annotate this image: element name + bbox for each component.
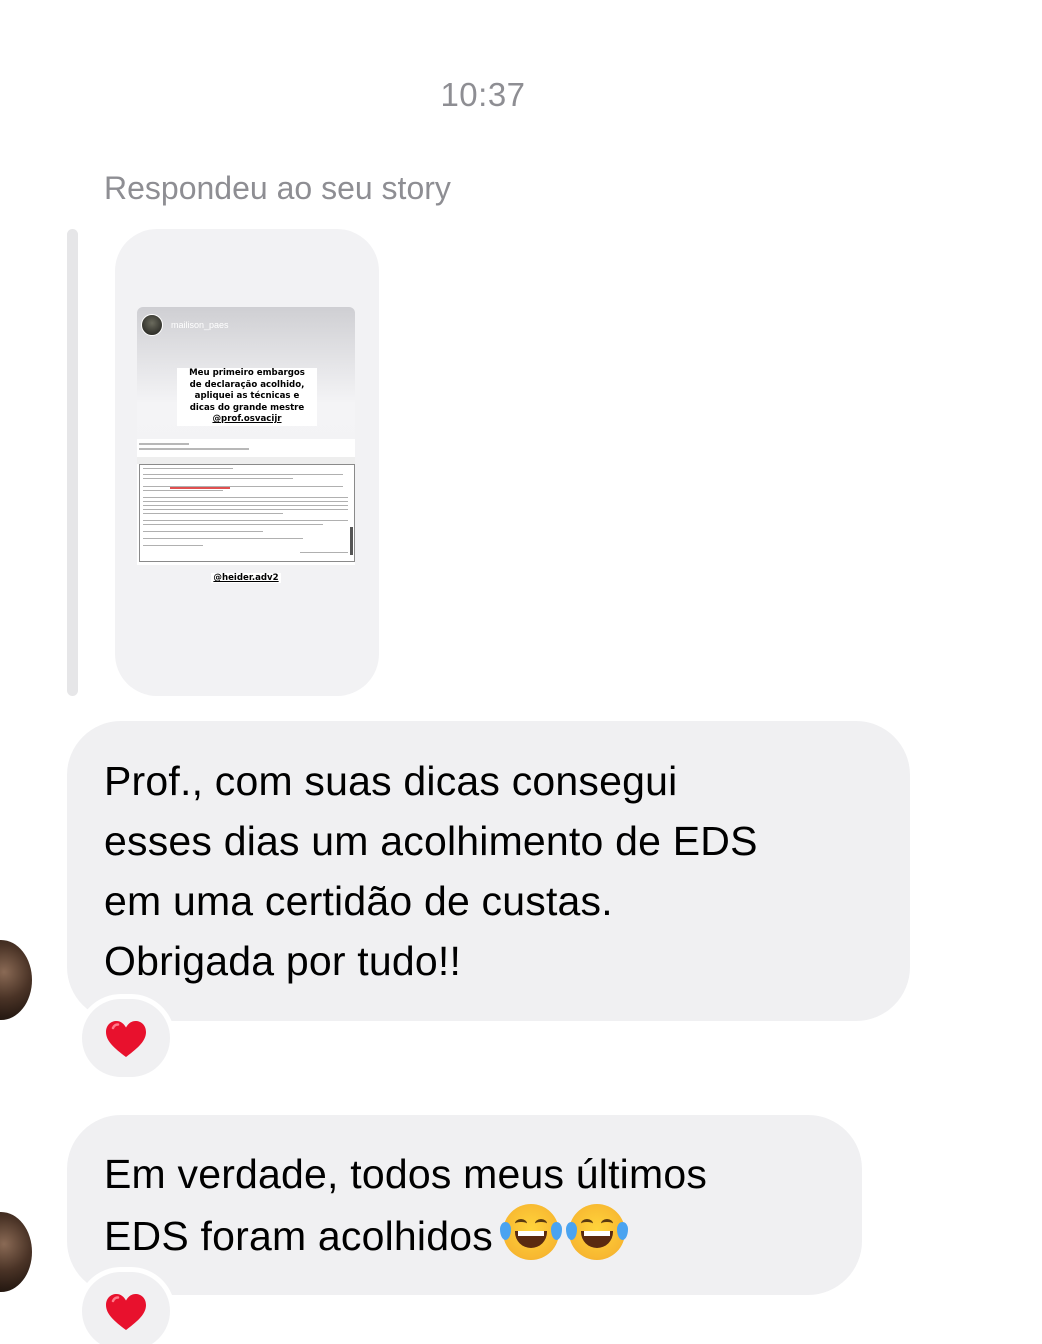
- story-caption-line: apliquei as técnicas e: [192, 391, 302, 401]
- sender-avatar[interactable]: [0, 1212, 32, 1292]
- heart-icon: [106, 1021, 146, 1057]
- story-reply-label: Respondeu ao seu story: [104, 170, 451, 206]
- story-author-username: mailison_paes: [171, 320, 229, 330]
- document-toolbar: [137, 457, 355, 464]
- story-caption-mention: @prof.osvacijr: [210, 414, 284, 424]
- story-caption-line: dicas do grande mestre: [187, 402, 307, 413]
- story-footer-mention-text: @heider.adv2: [211, 573, 281, 583]
- heart-icon: [106, 1294, 146, 1330]
- message-line: Prof., com suas dicas consegui: [104, 758, 678, 804]
- message-reaction[interactable]: [77, 1267, 175, 1344]
- message-timestamp: 10:37: [440, 76, 526, 113]
- message-line: esses dias um acolhimento de EDS: [104, 818, 758, 864]
- message-line: Em verdade, todos meus últimos: [104, 1151, 708, 1197]
- sender-avatar[interactable]: [0, 940, 32, 1020]
- story-footer-mention: @heider.adv2: [137, 573, 355, 583]
- message-line: EDS foram acolhidos: [104, 1213, 493, 1259]
- story-thumbnail[interactable]: mailison_paes Meu primeiro embargos de d…: [115, 229, 379, 696]
- story-caption: Meu primeiro embargos de declaração acol…: [177, 368, 317, 426]
- message-text: Em verdade, todos meus últimos EDS foram…: [104, 1144, 864, 1266]
- message-line: Obrigada por tudo!!: [104, 938, 462, 984]
- story-caption-line: de declaração acolhido,: [187, 379, 307, 390]
- story-author-avatar: [141, 314, 163, 336]
- message-line: em uma certidão de custas.: [104, 878, 613, 924]
- story-author: mailison_paes: [141, 314, 229, 336]
- document-page: [139, 464, 355, 562]
- story-image: mailison_paes Meu primeiro embargos de d…: [137, 307, 355, 583]
- message-bubble[interactable]: Em verdade, todos meus últimos EDS foram…: [67, 1115, 862, 1295]
- face-with-tears-of-joy-icon: [499, 1204, 562, 1260]
- message-text: Prof., com suas dicas consegui esses dia…: [104, 751, 894, 991]
- message-bubble[interactable]: Prof., com suas dicas consegui esses dia…: [67, 721, 910, 1021]
- story-caption-line: Meu primeiro embargos: [187, 368, 307, 378]
- face-with-tears-of-joy-icon: [565, 1204, 628, 1260]
- document-screenshot: [137, 439, 355, 565]
- reply-indicator-bar: [67, 229, 78, 696]
- message-reaction[interactable]: [77, 994, 175, 1082]
